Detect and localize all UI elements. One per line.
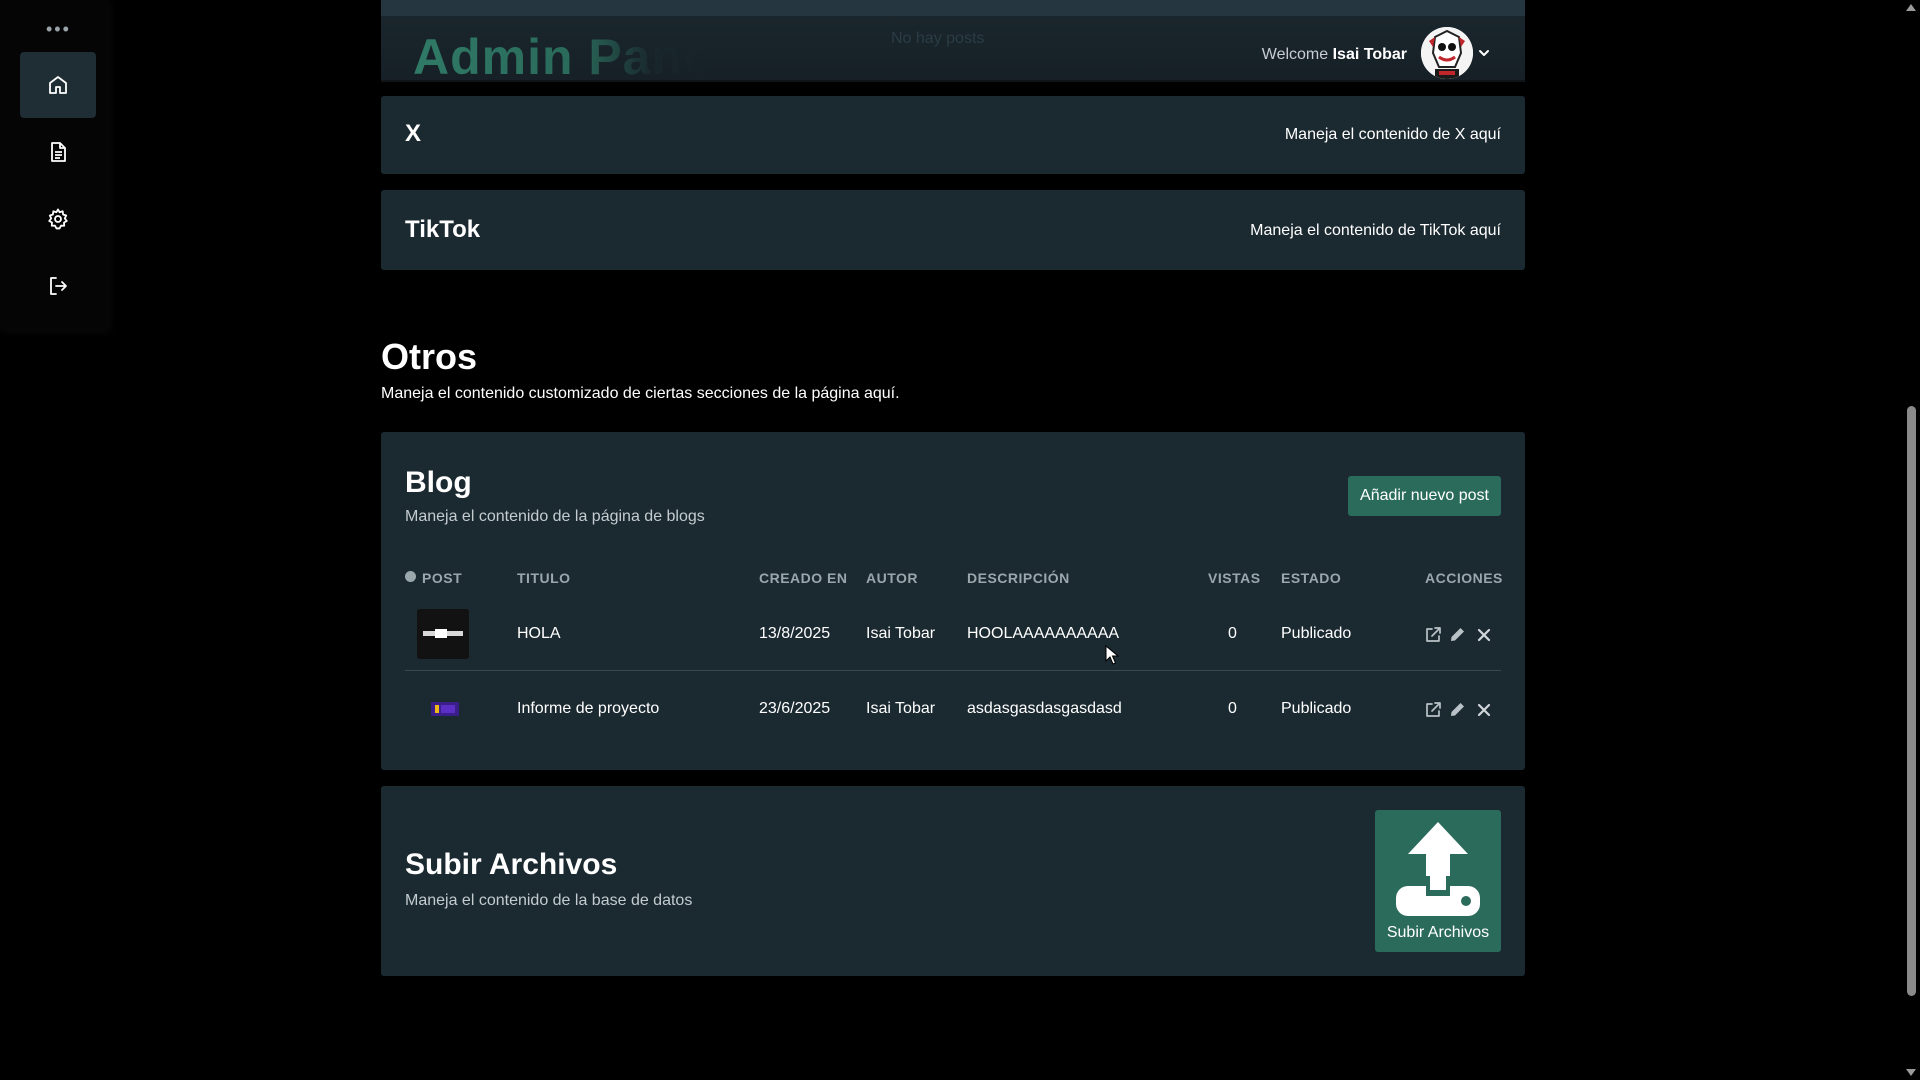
sidebar-item-home[interactable]	[20, 52, 96, 118]
user-name: Isai Tobar	[1332, 46, 1407, 63]
table-cell-creado: 13/8/2025	[759, 625, 831, 642]
blog-title: Blog	[405, 466, 472, 499]
social-description: Maneja el contenido de X aquí	[1284, 126, 1501, 143]
social-description: Maneja el contenido de TikTok aquí	[1250, 222, 1501, 239]
page-title: Admin Panel	[413, 29, 713, 85]
logout-icon	[50, 277, 67, 295]
home-icon	[49, 76, 67, 94]
social-title: TikTok	[405, 216, 481, 243]
upload-icon	[1396, 822, 1480, 916]
table-cell-descripcion: asdasgasdasgasdasd	[967, 700, 1122, 717]
upload-button-label: Subir Archivos	[1386, 924, 1490, 941]
social-panel-x: X Maneja el contenido de X aquí	[381, 96, 1525, 174]
more-icon[interactable]: •••	[46, 20, 71, 38]
column-header-titulo: TITULO	[517, 570, 571, 586]
blog-panel: Blog Maneja el contenido de la página de…	[381, 432, 1525, 770]
table-cell-autor: Isai Tobar	[866, 625, 936, 642]
header-strip	[381, 0, 1525, 16]
table-cell-estado: Publicado	[1281, 700, 1352, 717]
upload-panel: Subir Archivos Maneja el contenido de la…	[381, 786, 1525, 976]
post-thumbnail	[417, 609, 469, 659]
scroll-up-icon[interactable]	[1906, 4, 1916, 11]
sidebar-item-documents[interactable]	[20, 119, 96, 185]
welcome-prefix: Welcome	[1261, 46, 1329, 63]
document-icon	[51, 142, 66, 162]
gear-icon	[48, 208, 68, 230]
scrollbar[interactable]	[1902, 0, 1920, 1080]
table-cell-titulo: HOLA	[517, 625, 561, 642]
table-cell-titulo: Informe de proyecto	[517, 700, 660, 717]
add-post-button[interactable]: Añadir nuevo post	[1348, 476, 1501, 516]
column-header-creado: CREADO EN	[759, 570, 848, 586]
avatar[interactable]	[1421, 27, 1473, 79]
scrollbar-thumb[interactable]	[1907, 406, 1916, 996]
column-header-descripcion: DESCRIPCIÓN	[967, 570, 1070, 586]
table-cell-autor: Isai Tobar	[866, 700, 936, 717]
upload-description: Maneja el contenido de la base de datos	[405, 892, 693, 909]
row-divider	[405, 670, 1501, 671]
social-title: X	[405, 120, 422, 147]
table-cell-vistas: 0	[1228, 700, 1237, 717]
column-header-estado: ESTADO	[1281, 570, 1342, 586]
upload-files-button[interactable]: Subir Archivos	[1375, 810, 1501, 952]
column-header-vistas: VISTAS	[1208, 570, 1261, 586]
info-icon	[405, 571, 416, 582]
upload-title: Subir Archivos	[405, 848, 618, 881]
external-link-icon[interactable]	[1423, 700, 1443, 720]
sidebar: •••	[0, 0, 108, 330]
close-icon[interactable]	[1474, 625, 1494, 645]
column-header-autor: AUTOR	[866, 570, 919, 586]
social-panel-tiktok: TikTok Maneja el contenido de TikTok aqu…	[381, 190, 1525, 270]
scroll-down-icon[interactable]	[1906, 1069, 1916, 1076]
header: Admin Panel No hay posts Welcome Isai To…	[381, 0, 1525, 85]
column-header-post: POST	[405, 570, 462, 586]
section-description: Maneja el contenido customizado de ciert…	[381, 385, 900, 402]
mouse-cursor-icon	[1105, 645, 1119, 665]
header-faint-text: No hay posts	[891, 30, 985, 47]
sidebar-item-logout[interactable]	[20, 253, 96, 319]
pencil-icon[interactable]	[1447, 700, 1467, 720]
sidebar-item-settings[interactable]	[20, 186, 96, 252]
welcome-text: Welcome Isai Tobar	[1262, 46, 1407, 64]
external-link-icon[interactable]	[1423, 625, 1443, 645]
chevron-down-icon[interactable]	[1477, 46, 1491, 60]
pencil-icon[interactable]	[1447, 625, 1467, 645]
table-cell-vistas: 0	[1228, 625, 1237, 642]
column-header-acciones: ACCIONES	[1425, 570, 1503, 586]
blog-description: Maneja el contenido de la página de blog…	[405, 508, 705, 525]
avatar-image	[1421, 27, 1473, 79]
close-icon[interactable]	[1474, 700, 1494, 720]
post-thumbnail	[417, 684, 469, 734]
table-cell-estado: Publicado	[1281, 625, 1352, 642]
table-cell-creado: 23/6/2025	[759, 700, 831, 717]
section-title: Otros	[381, 336, 478, 377]
table-cell-descripcion: HOOLAAAAAAAAAA	[967, 625, 1120, 642]
